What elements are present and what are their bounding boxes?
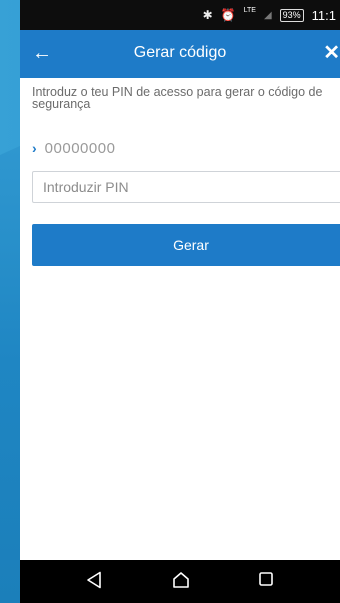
app-bar: ← Gerar código ✕ <box>20 30 340 78</box>
instructions-text: Introduz o teu PIN de acesso para gerar … <box>32 85 323 111</box>
signal-icon: ◢ <box>263 9 272 21</box>
nav-home-icon[interactable] <box>172 571 190 589</box>
nav-back-triangle-icon[interactable] <box>86 571 102 589</box>
battery-level: 93% <box>279 8 304 22</box>
network-type: LTE <box>243 6 256 14</box>
phone-screen: ✱ ⏰ LTE ◢ 93% 11:1 ← Gerar código ✕ Intr… <box>20 0 340 603</box>
account-selector[interactable]: › 00000000 <box>32 138 115 158</box>
account-number: 00000000 <box>44 139 116 157</box>
gerar-button[interactable]: Gerar <box>32 224 340 266</box>
status-time: 11:1 <box>311 7 336 23</box>
alarm-icon: ⏰ <box>220 8 236 22</box>
page-title: Gerar código <box>133 44 227 61</box>
bluetooth-icon: ✱ <box>202 8 213 22</box>
chevron-right-icon: › <box>32 140 37 156</box>
close-icon[interactable]: ✕ <box>323 41 340 65</box>
status-bar: ✱ ⏰ LTE ◢ 93% 11:1 <box>20 0 340 30</box>
navigation-bar <box>20 560 340 603</box>
pin-input[interactable] <box>32 171 340 203</box>
nav-recents-square-icon[interactable] <box>258 571 274 587</box>
